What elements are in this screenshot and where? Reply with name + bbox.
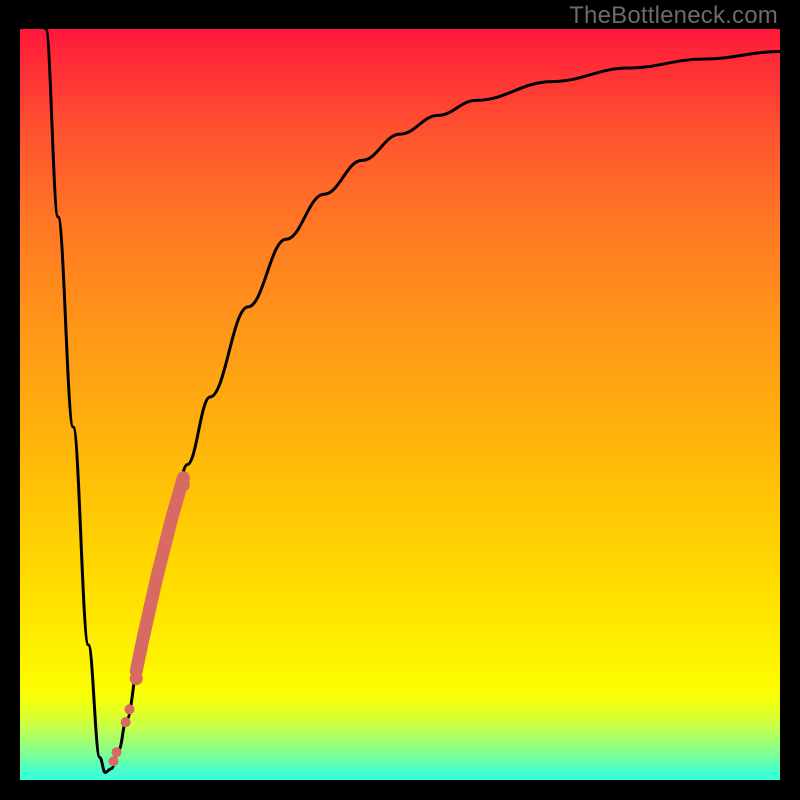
- highlight-dot: [121, 717, 131, 727]
- highlight-dot: [130, 672, 143, 685]
- chart-frame: TheBottleneck.com: [0, 0, 800, 800]
- highlight-dot: [108, 756, 118, 766]
- plot-area: [20, 29, 780, 780]
- curve-path: [46, 29, 780, 772]
- highlight-dot: [124, 704, 134, 714]
- highlight-band: [136, 478, 183, 671]
- highlight-dot: [177, 478, 190, 491]
- highlight-dot: [112, 747, 122, 757]
- watermark-text: TheBottleneck.com: [569, 2, 778, 30]
- bottleneck-curve: [20, 29, 780, 780]
